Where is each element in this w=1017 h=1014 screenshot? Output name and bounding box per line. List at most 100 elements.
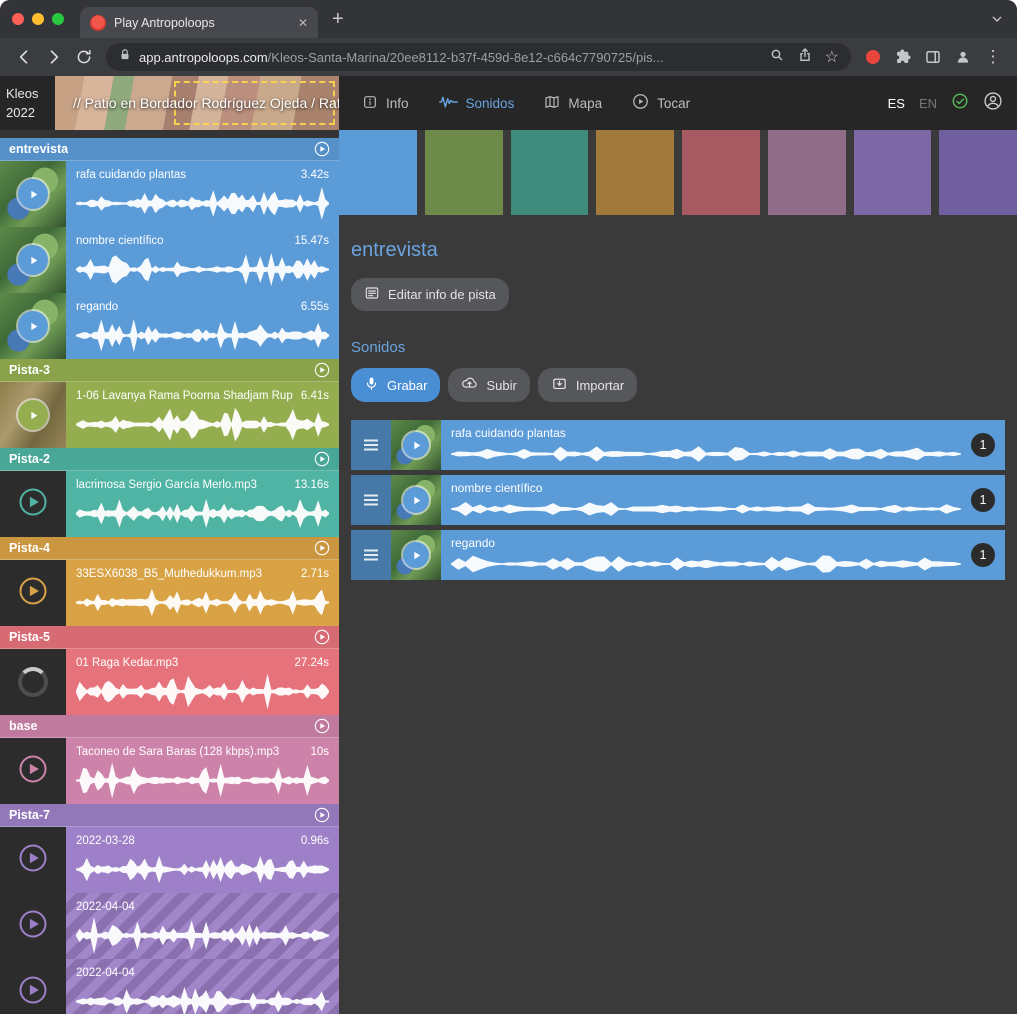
sound-thumbnail[interactable] <box>391 475 441 525</box>
recording-extension-icon[interactable] <box>859 43 887 71</box>
sound-thumbnail[interactable] <box>0 649 66 715</box>
play-sound-icon[interactable] <box>18 754 48 789</box>
sound-thumbnail[interactable] <box>0 560 66 626</box>
extensions-puzzle-icon[interactable] <box>889 43 917 71</box>
sidebar-sound-item[interactable]: nombre científico15.47s <box>0 227 339 293</box>
side-panel-icon[interactable] <box>919 43 947 71</box>
zoom-icon[interactable] <box>769 47 785 68</box>
sidebar-sound-item[interactable]: 2022-03-280.96s <box>0 827 339 893</box>
play-track-icon[interactable] <box>314 807 330 823</box>
share-icon[interactable] <box>797 47 813 68</box>
fullscreen-window-button[interactable] <box>52 13 64 25</box>
track-color-swatch[interactable] <box>425 130 503 215</box>
lang-en-button[interactable]: EN <box>919 96 937 111</box>
edit-track-info-button[interactable]: Editar info de pista <box>351 278 509 311</box>
account-icon[interactable] <box>983 91 1003 116</box>
sound-thumbnail[interactable] <box>0 382 66 448</box>
track-header[interactable]: Pista-2 <box>0 448 339 471</box>
track-color-swatch[interactable] <box>596 130 674 215</box>
track-header[interactable]: Pista-7 <box>0 804 339 827</box>
nav-tab-tocar[interactable]: Tocar <box>617 76 705 130</box>
nav-tab-tocar-label: Tocar <box>657 96 690 111</box>
app-content: entrevistarafa cuidando plantas3.42snomb… <box>0 130 1017 1014</box>
track-header[interactable]: Pista-3 <box>0 359 339 382</box>
nav-tab-mapa[interactable]: Mapa <box>529 76 617 130</box>
sound-thumbnail[interactable] <box>0 293 66 359</box>
play-track-icon[interactable] <box>314 362 330 378</box>
track-section: baseTaconeo de Sara Baras (128 kbps).mp3… <box>0 715 339 804</box>
play-sound-icon[interactable] <box>18 487 48 522</box>
project-map-thumbnail[interactable]: // Patio en Bordador Rodríguez Ojeda / R… <box>55 76 339 130</box>
track-color-swatch[interactable] <box>768 130 846 215</box>
address-bar[interactable]: app.antropoloops.com/Kleos-Santa-Marina/… <box>106 43 851 71</box>
project-name[interactable]: Kleos 2022 <box>0 76 55 130</box>
new-tab-button[interactable]: + <box>332 9 344 29</box>
browser-window: Play Antropoloops ✕ + app.antropoloops.c… <box>0 0 1017 1014</box>
play-track-icon[interactable] <box>314 629 330 645</box>
play-track-icon[interactable] <box>314 141 330 157</box>
reload-button[interactable] <box>70 43 98 71</box>
sound-thumbnail[interactable] <box>0 161 66 227</box>
play-sound-icon[interactable] <box>18 576 48 611</box>
sidebar-sound-item[interactable]: 33ESX6038_B5_Muthedukkum.mp32.71s <box>0 560 339 626</box>
drag-handle-icon[interactable] <box>351 530 391 580</box>
minimize-window-button[interactable] <box>32 13 44 25</box>
drag-handle-icon[interactable] <box>351 420 391 470</box>
track-header[interactable]: base <box>0 715 339 738</box>
track-color-swatch[interactable] <box>511 130 589 215</box>
sound-thumbnail[interactable] <box>0 959 66 1014</box>
drag-handle-icon[interactable] <box>351 475 391 525</box>
track-header[interactable]: Pista-4 <box>0 537 339 560</box>
sound-thumbnail[interactable] <box>0 738 66 804</box>
sound-thumbnail[interactable] <box>0 227 66 293</box>
sound-thumbnail[interactable] <box>391 530 441 580</box>
bookmark-star-icon[interactable]: ☆ <box>825 47 839 67</box>
track-color-swatch[interactable] <box>339 130 417 215</box>
panel-sound-row[interactable]: rafa cuidando plantas1 <box>351 420 1005 470</box>
sound-thumbnail[interactable] <box>0 893 66 959</box>
tab-close-icon[interactable]: ✕ <box>298 16 308 30</box>
sound-thumbnail[interactable] <box>391 420 441 470</box>
track-color-swatch[interactable] <box>682 130 760 215</box>
waveform <box>76 317 329 354</box>
back-button[interactable] <box>10 43 38 71</box>
profile-avatar-icon[interactable] <box>949 43 977 71</box>
forward-button[interactable] <box>40 43 68 71</box>
sidebar-sound-item[interactable]: lacrimosa Sergio García Merlo.mp313.16s <box>0 471 339 537</box>
sound-name: rafa cuidando plantas <box>76 169 293 181</box>
tab-list-chevron-icon[interactable] <box>989 11 1005 32</box>
nav-tab-info[interactable]: Info <box>347 76 424 130</box>
sound-title-row: 2022-04-04 <box>76 967 329 979</box>
track-color-swatch[interactable] <box>939 130 1017 215</box>
close-window-button[interactable] <box>12 13 24 25</box>
track-color-swatch[interactable] <box>854 130 932 215</box>
sidebar-sound-item[interactable]: 2022-04-04 <box>0 893 339 959</box>
play-sound-icon[interactable] <box>18 843 48 878</box>
sidebar-sound-item[interactable]: regando6.55s <box>0 293 339 359</box>
track-header[interactable]: entrevista <box>0 138 339 161</box>
lang-es-button[interactable]: ES <box>888 96 905 111</box>
play-sound-icon[interactable] <box>18 975 48 1010</box>
sidebar-sound-item[interactable]: 01 Raga Kedar.mp327.24s <box>0 649 339 715</box>
waveform <box>76 185 329 222</box>
sidebar-sound-item[interactable]: 1-06 Lavanya Rama Poorna Shadjam Rupak..… <box>0 382 339 448</box>
sound-thumbnail[interactable] <box>0 827 66 893</box>
upload-button[interactable]: Subir <box>448 368 529 402</box>
browser-tab[interactable]: Play Antropoloops ✕ <box>80 7 318 38</box>
sidebar-sound-item[interactable]: Taconeo de Sara Baras (128 kbps).mp310s <box>0 738 339 804</box>
play-track-icon[interactable] <box>314 540 330 556</box>
play-track-icon[interactable] <box>314 451 330 467</box>
record-button[interactable]: Grabar <box>351 368 440 402</box>
import-button[interactable]: Importar <box>538 368 637 402</box>
browser-menu-kebab-icon[interactable]: ⋮ <box>979 43 1007 71</box>
sidebar-sound-item[interactable]: 2022-04-04 <box>0 959 339 1014</box>
panel-sound-row[interactable]: nombre científico1 <box>351 475 1005 525</box>
play-track-icon[interactable] <box>314 718 330 734</box>
play-sound-icon[interactable] <box>18 909 48 944</box>
panel-sound-row[interactable]: regando1 <box>351 530 1005 580</box>
track-header[interactable]: Pista-5 <box>0 626 339 649</box>
sidebar-sound-item[interactable]: rafa cuidando plantas3.42s <box>0 161 339 227</box>
sound-title-row: 2022-03-280.96s <box>76 835 329 847</box>
nav-tab-sonidos[interactable]: Sonidos <box>424 76 530 130</box>
sound-thumbnail[interactable] <box>0 471 66 537</box>
